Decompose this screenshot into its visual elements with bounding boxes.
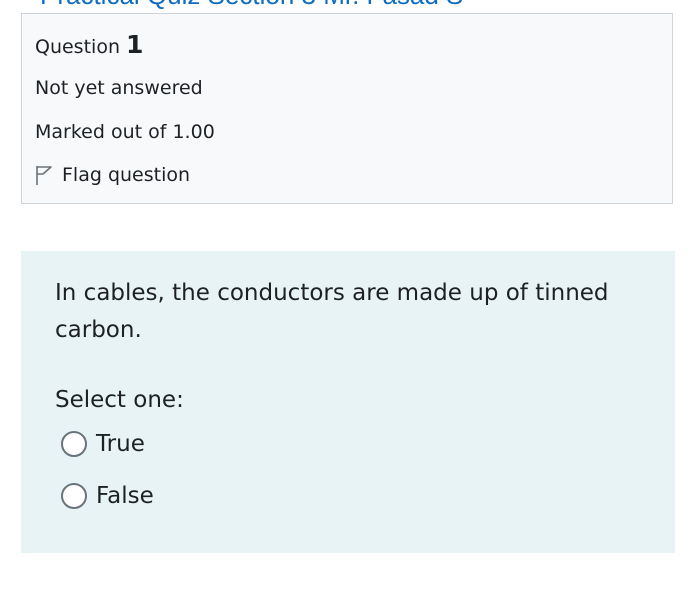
question-info-panel: Question 1 Not yet answered Marked out of… xyxy=(21,13,673,204)
answer-option-true-label: True xyxy=(96,431,145,457)
question-number: Question 1 xyxy=(35,30,143,59)
question-label: Question xyxy=(35,36,120,58)
answer-prompt: Select one: xyxy=(55,387,184,413)
question-state: Not yet answered xyxy=(35,77,203,99)
flag-question-button[interactable]: Flag question xyxy=(35,164,190,186)
radio-true[interactable] xyxy=(61,431,87,457)
question-text: In cables, the conductors are made up of… xyxy=(55,280,609,343)
question-content-panel: In cables, the conductors are made up of… xyxy=(21,251,675,553)
answer-option-false-label: False xyxy=(96,483,154,509)
radio-false[interactable] xyxy=(61,483,87,509)
answer-option-false[interactable]: False xyxy=(61,483,154,509)
flag-question-label: Flag question xyxy=(62,164,191,186)
quiz-title: Practical Quiz Section 3 Mr. Fasad S xyxy=(40,0,463,11)
flag-icon xyxy=(36,166,52,185)
question-number-value: 1 xyxy=(125,30,144,59)
answer-option-true[interactable]: True xyxy=(61,431,145,457)
question-grade: Marked out of 1.00 xyxy=(35,121,215,143)
